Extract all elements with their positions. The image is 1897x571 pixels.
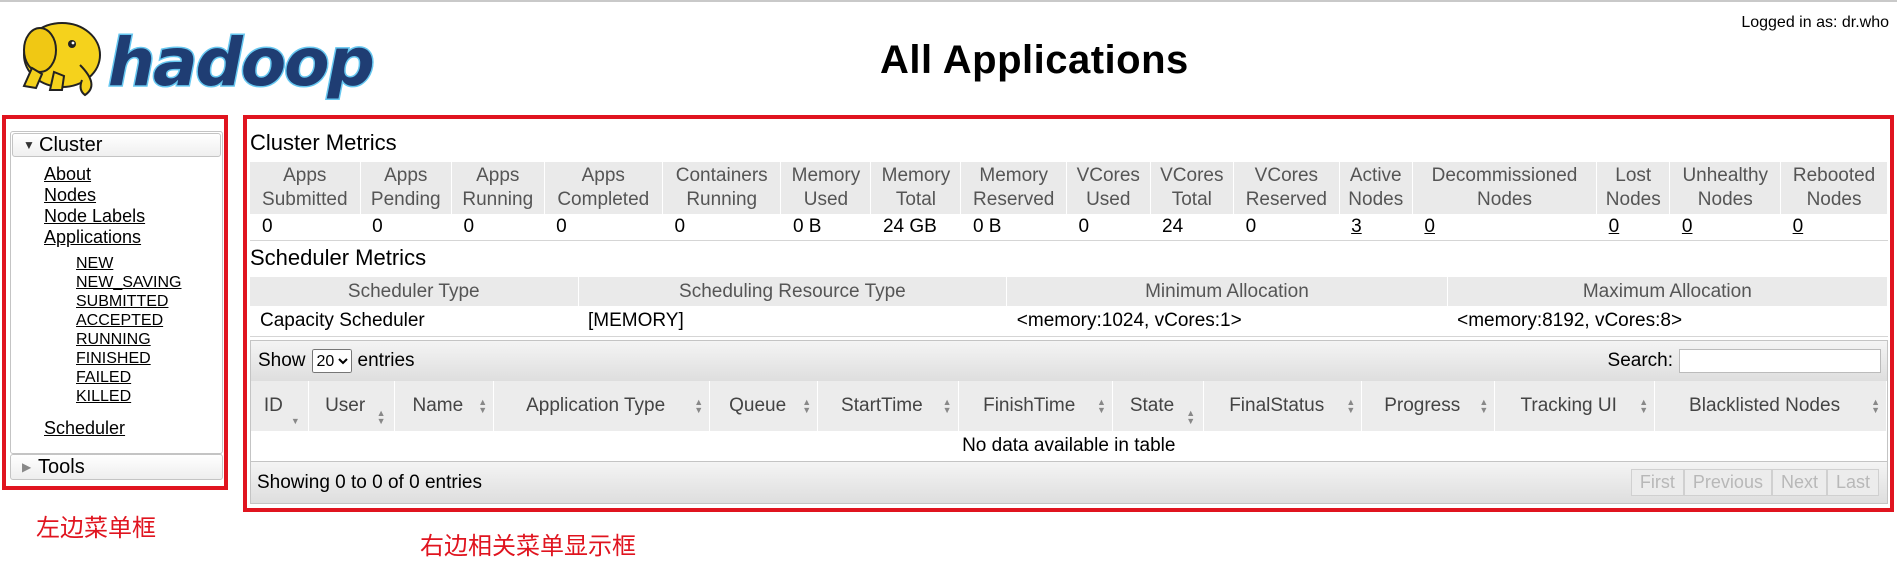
annotation-box-right (243, 115, 1894, 512)
login-status: Logged in as: dr.who (1741, 14, 1889, 31)
page-title: All Applications (880, 38, 1189, 82)
hadoop-logo[interactable]: hadoop (10, 10, 385, 103)
annotation-box-left (2, 115, 228, 490)
top-border (0, 0, 1897, 2)
annotation-label-left: 左边菜单框 (36, 514, 156, 542)
logo-text: hadoop (108, 24, 373, 100)
annotation-label-right: 右边相关菜单显示框 (420, 532, 636, 560)
